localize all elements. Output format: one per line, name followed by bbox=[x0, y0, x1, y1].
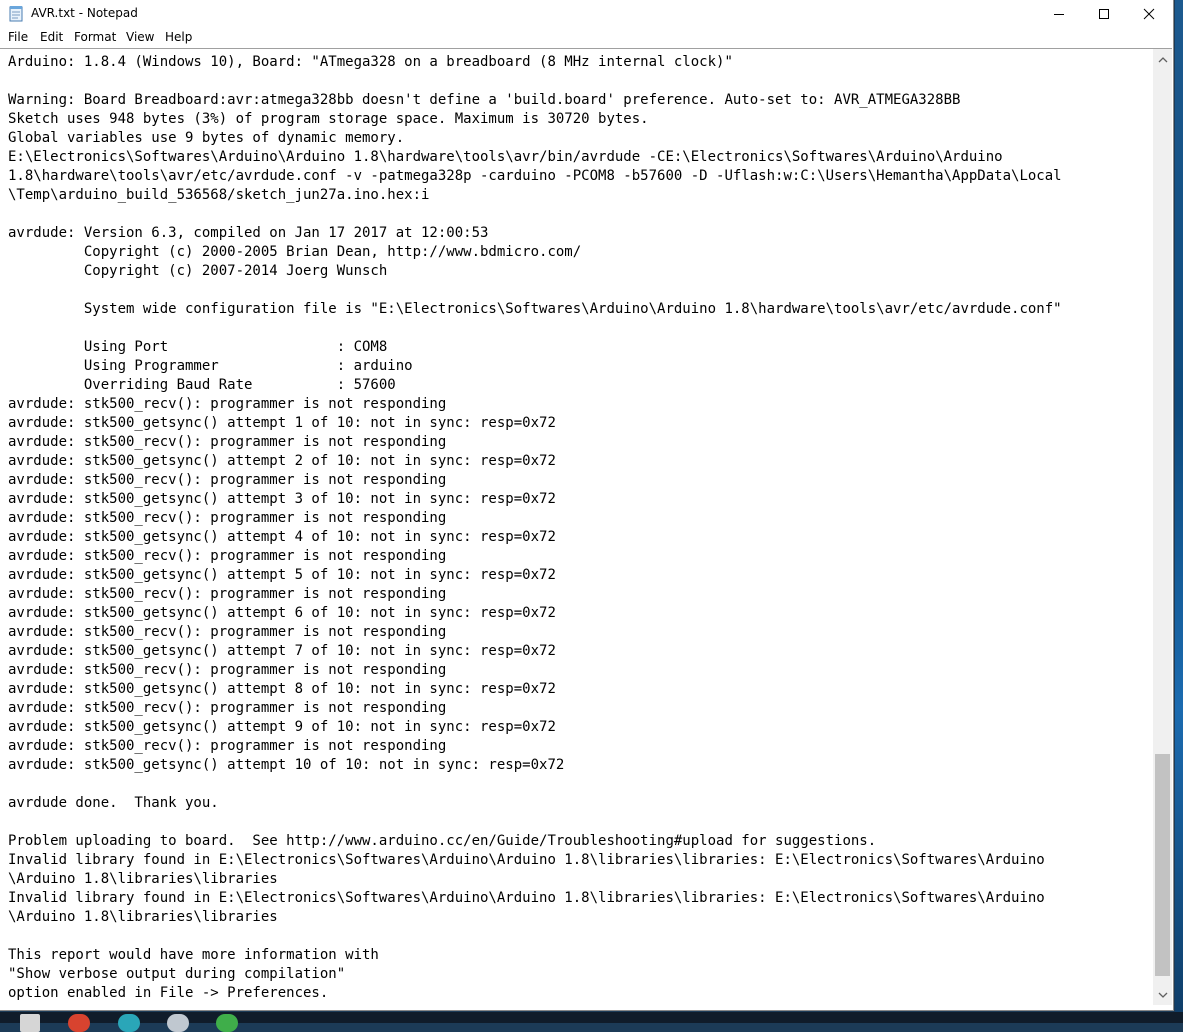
taskbar bbox=[0, 1012, 1183, 1032]
close-icon bbox=[1143, 8, 1155, 20]
menu-help[interactable]: Help bbox=[165, 30, 192, 44]
chrome-icon[interactable] bbox=[68, 1014, 90, 1032]
minimize-button[interactable] bbox=[1036, 0, 1082, 28]
editor-content[interactable]: Arduino: 1.8.4 (Windows 10), Board: "ATm… bbox=[0, 49, 1153, 1003]
scroll-up-button[interactable] bbox=[1153, 51, 1172, 68]
menu-view[interactable]: View bbox=[126, 30, 154, 44]
chevron-up-icon bbox=[1158, 56, 1167, 62]
minimize-icon bbox=[1054, 14, 1064, 15]
window-title: AVR.txt - Notepad bbox=[31, 6, 138, 20]
menu-file[interactable]: File bbox=[8, 30, 28, 44]
menu-edit[interactable]: Edit bbox=[40, 30, 63, 44]
title-bar[interactable]: AVR.txt - Notepad bbox=[0, 0, 1173, 28]
notepad-icon bbox=[9, 6, 23, 22]
green-app-icon[interactable] bbox=[216, 1014, 238, 1032]
menu-format[interactable]: Format bbox=[74, 30, 116, 44]
scroll-down-button[interactable] bbox=[1153, 986, 1172, 1003]
maximize-icon bbox=[1099, 9, 1109, 19]
close-button[interactable] bbox=[1126, 0, 1172, 28]
start-icon[interactable] bbox=[20, 1014, 40, 1032]
notepad-window: AVR.txt - Notepad File Edit Format View … bbox=[0, 0, 1174, 1011]
app-icon[interactable] bbox=[167, 1014, 189, 1032]
desktop-background bbox=[1175, 0, 1183, 1012]
edge-icon[interactable] bbox=[118, 1014, 140, 1032]
maximize-button[interactable] bbox=[1081, 0, 1127, 28]
menu-bar: File Edit Format View Help bbox=[0, 28, 1173, 48]
vertical-scrollbar[interactable] bbox=[1153, 48, 1172, 1005]
text-editor[interactable]: Arduino: 1.8.4 (Windows 10), Board: "ATm… bbox=[0, 48, 1153, 1005]
chevron-down-icon bbox=[1158, 992, 1167, 998]
scroll-thumb[interactable] bbox=[1155, 754, 1170, 976]
